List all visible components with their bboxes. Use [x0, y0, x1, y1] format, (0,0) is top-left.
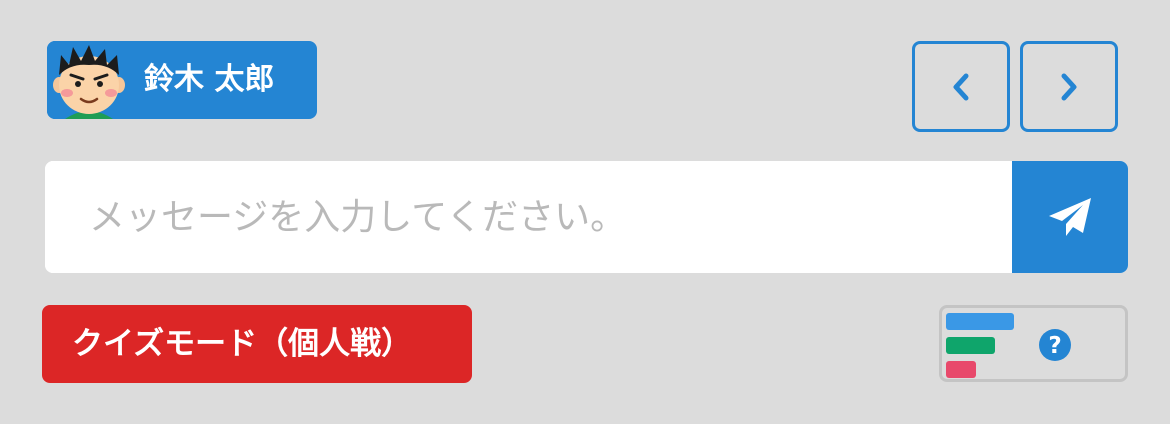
quiz-mode-button[interactable]: クイズモード（個人戦）: [42, 305, 472, 383]
chat-controls: 鈴木 太郎 クイズモード（個人戦） ?: [0, 0, 1170, 424]
next-button[interactable]: [1020, 41, 1118, 132]
message-input[interactable]: [45, 161, 1012, 273]
ranking-bar-second: [946, 337, 995, 354]
question-circle-icon: ?: [1039, 329, 1071, 361]
paper-plane-icon: [1049, 198, 1091, 236]
ranking-help-button[interactable]: ?: [939, 305, 1128, 382]
boy-face-avatar-icon: [47, 41, 131, 119]
send-button[interactable]: [1012, 161, 1128, 273]
message-bar: [45, 161, 1128, 273]
ranking-bar-first: [946, 313, 1014, 330]
chevron-left-icon: [953, 73, 969, 100]
svg-text:?: ?: [1048, 333, 1061, 359]
user-chip[interactable]: 鈴木 太郎: [47, 41, 317, 119]
ranking-bar-third: [946, 361, 976, 378]
chevron-right-icon: [1061, 73, 1077, 100]
user-name: 鈴木 太郎: [144, 62, 275, 97]
previous-button[interactable]: [912, 41, 1010, 132]
